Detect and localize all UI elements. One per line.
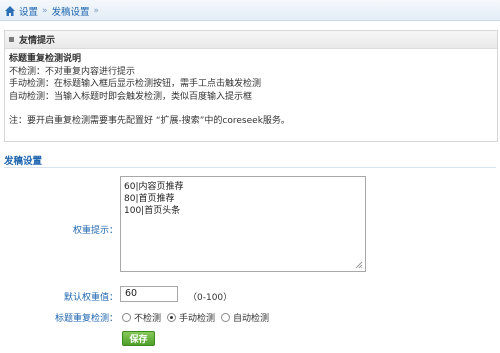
tip-line: 不检测：不对重复内容进行提示 <box>9 66 136 77</box>
breadcrumb: 设置 » 发稿设置 » <box>4 4 103 18</box>
default-weight-label: 默认权重值： <box>63 293 118 303</box>
breadcrumb-separator: » <box>93 6 100 16</box>
tip-title: 标题重复检测说明 <box>9 54 82 64</box>
breadcrumb-item-settings[interactable]: 设置 <box>19 4 38 18</box>
tip-body: 标题重复检测说明 不检测：不对重复内容进行提示 手动检测：在标题输入框后显示检测… <box>5 49 497 128</box>
tip-header-label: 友情提示 <box>19 36 56 46</box>
radio-option-none[interactable]: 不检测 <box>122 311 161 324</box>
section-divider <box>4 167 496 168</box>
radio-button[interactable] <box>122 313 131 322</box>
weight-line: 100|首页头条 <box>124 206 181 216</box>
radio-label: 自动检测 <box>233 314 270 324</box>
dup-check-radio-group: 不检测 手动检测 自动检测 <box>122 311 275 324</box>
dup-check-label: 标题重复检测： <box>54 314 118 324</box>
tip-note: 注：要开启重复检测需要事先配置好 “扩展-搜索”中的coreseek服务。 <box>9 116 290 126</box>
square-bullet-icon <box>9 37 14 42</box>
radio-option-manual[interactable]: 手动检测 <box>167 311 215 324</box>
default-weight-input[interactable]: 60 <box>120 286 178 302</box>
breadcrumb-bar: 设置 » 发稿设置 » <box>0 0 500 21</box>
radio-button-selected[interactable] <box>167 313 177 322</box>
radio-option-auto[interactable]: 自动检测 <box>221 311 269 324</box>
weight-label: 权重提示： <box>72 226 118 236</box>
tip-panel: 友情提示 标题重复检测说明 不检测：不对重复内容进行提示 手动检测：在标题输入框… <box>4 30 498 142</box>
weight-line: 80|首页推荐 <box>124 194 175 204</box>
radio-label: 手动检测 <box>179 314 216 324</box>
home-icon[interactable] <box>4 5 16 17</box>
weight-textarea[interactable]: 60|内容页推荐 80|首页推荐 100|首页头条 <box>120 176 366 272</box>
tip-line: 自动检测：当输入标题时即会触发检测，类似百度输入提示框 <box>9 91 253 102</box>
tip-line: 手动检测：在标题输入框后显示检测按钮，需手工点击触发检测 <box>9 79 262 89</box>
range-hint: （0-100） <box>188 293 233 303</box>
resize-grip-icon[interactable] <box>355 261 363 269</box>
tip-header: 友情提示 <box>5 31 497 49</box>
radio-label: 不检测 <box>134 314 162 324</box>
radio-button[interactable] <box>221 313 231 322</box>
weight-line: 60|内容页推荐 <box>124 182 184 192</box>
breadcrumb-separator: » <box>42 6 48 16</box>
section-title: 发稿设置 <box>4 156 43 167</box>
save-button[interactable]: 保存 <box>122 331 155 346</box>
breadcrumb-item-post-settings[interactable]: 发稿设置 <box>52 4 90 18</box>
